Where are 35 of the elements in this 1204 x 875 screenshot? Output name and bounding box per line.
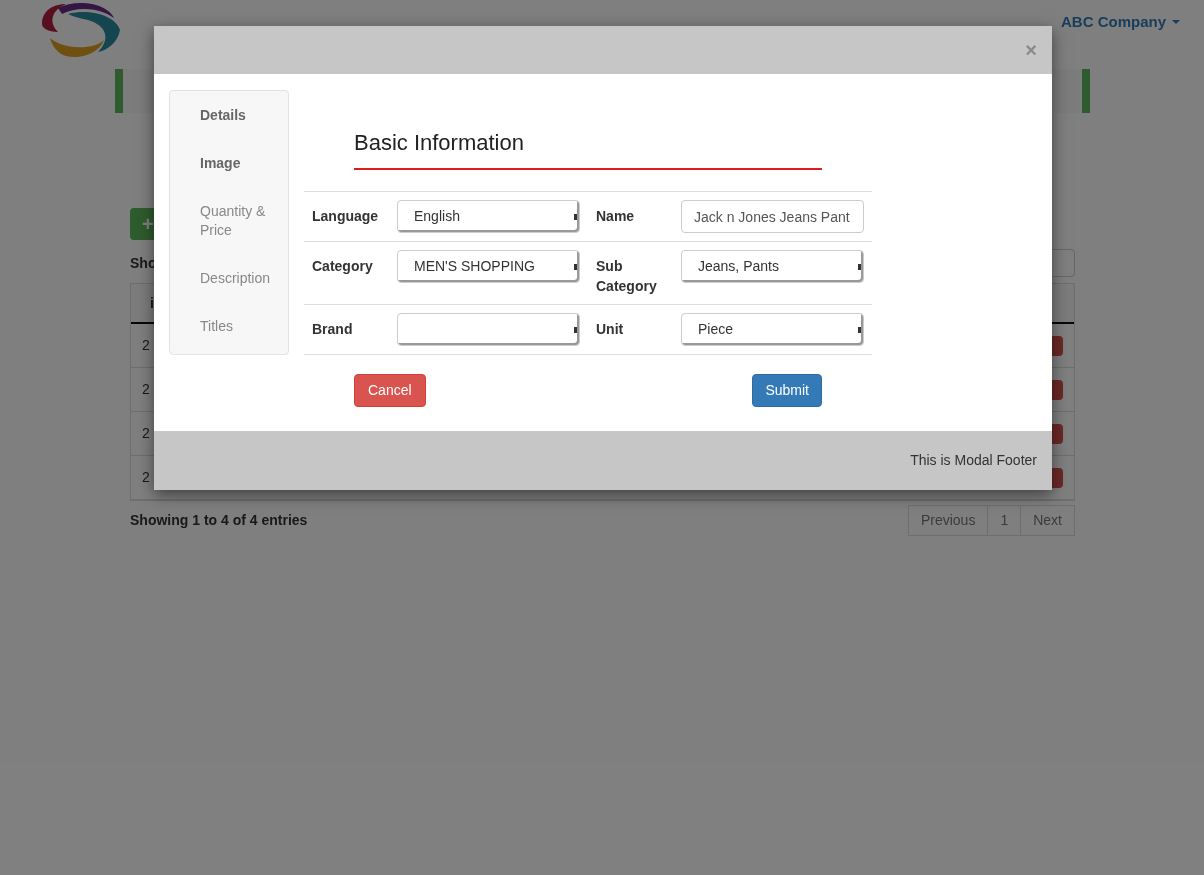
step-tab[interactable]: Titles [200,317,280,336]
select-field[interactable] [397,313,580,346]
caret-icon [574,326,577,333]
field-label: Sub Category [595,257,658,296]
caret-icon [574,213,577,220]
table-cell-text: 2 [142,336,150,355]
caret-icon [858,326,861,333]
caret-icon [858,263,861,270]
select-field[interactable]: English [397,200,580,233]
select-field[interactable]: MEN'S SHOPPING [397,250,580,283]
table-cell-text: 2 [142,380,150,399]
cancel-button[interactable]: Cancel [354,374,426,407]
field-label: Category [311,257,374,276]
step-tab[interactable]: Details [200,106,280,125]
caret-icon [1172,20,1180,25]
select-field[interactable]: Jeans, Pants [681,250,864,283]
close-button[interactable]: × [1025,40,1037,60]
modal-footer-text: This is Modal Footer [910,451,1037,470]
table-cell-text: 2 [142,424,150,443]
section-heading: Basic Information [354,130,524,155]
step-tab[interactable]: Image [200,154,280,173]
table-cell-text: 2 [142,468,150,487]
step-tab[interactable]: Description [200,269,280,288]
submit-button[interactable]: Submit [752,374,822,407]
field-label: Language [311,207,380,226]
text-field[interactable]: Jack n Jones Jeans Pant [681,200,864,233]
step-tab[interactable]: Quantity & Price [200,202,280,240]
field-label: Name [595,207,636,226]
column-header: i [150,293,154,313]
field-label: Unit [595,320,625,339]
entries-info: Showing 1 to 4 of 4 entries [130,511,308,530]
caret-icon [574,263,577,270]
field-label: Brand [311,320,354,339]
select-field[interactable]: Piece [681,313,864,346]
account-menu[interactable]: ABC Company [1061,11,1180,34]
